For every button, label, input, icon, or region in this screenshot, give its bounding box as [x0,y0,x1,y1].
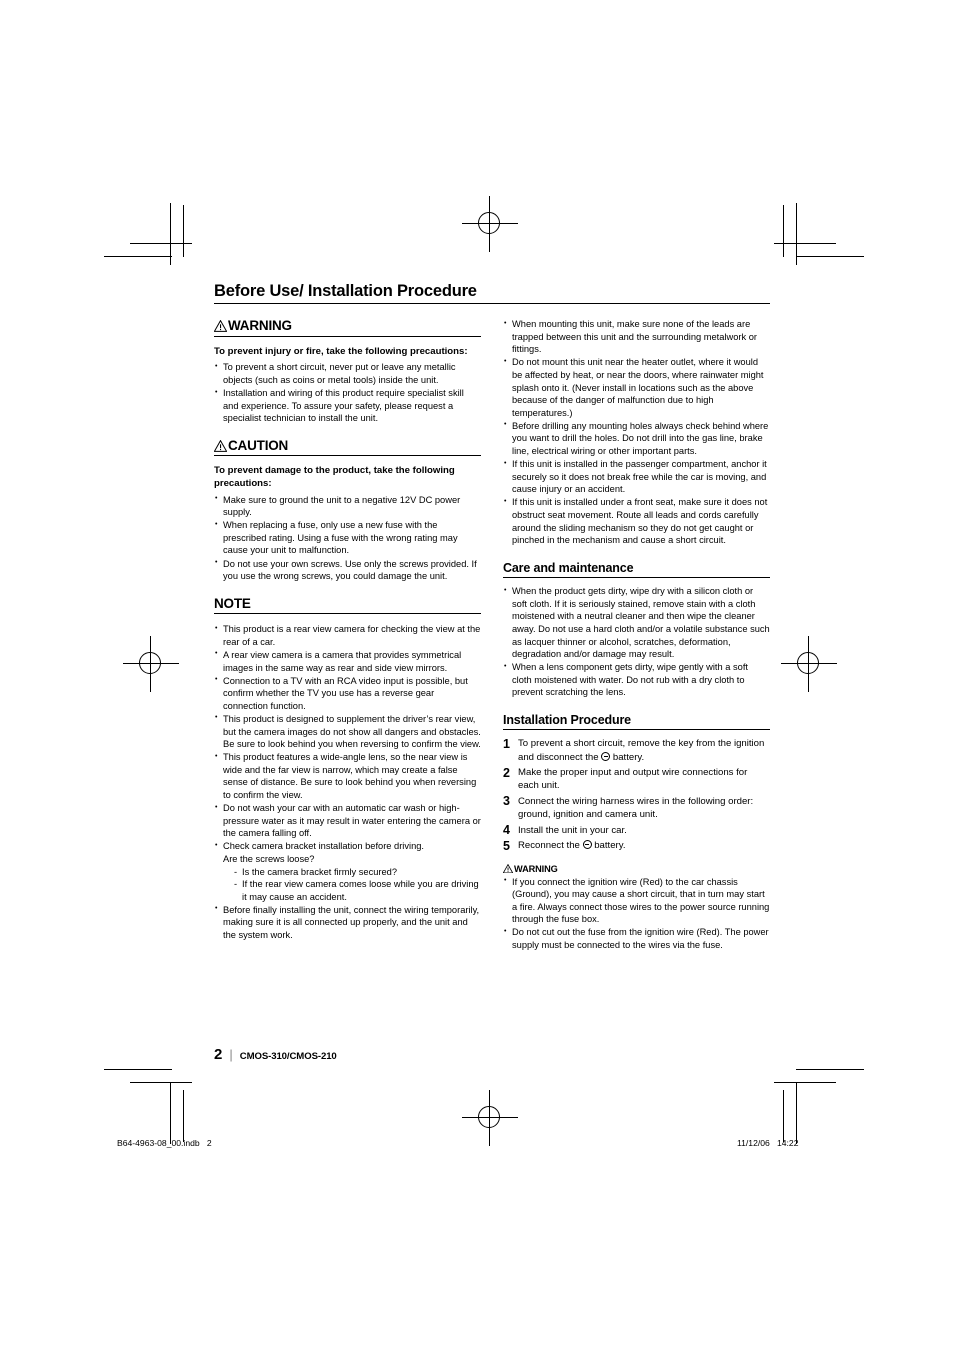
sub-list-item: If the rear view camera comes loose whil… [234,878,481,903]
installation-warning-heading: WARNING [503,864,770,874]
list-item: This product is a rear view camera for c… [214,623,481,648]
circled-minus-icon [601,751,611,761]
registration-mark-left [123,636,179,692]
step-item: Install the unit in your car. [503,822,770,839]
page-content: Before Use/ Installation Procedure WARNI… [214,282,770,952]
list-item-bracket-check: Check camera bracket installation before… [214,840,481,903]
step-item: Make the proper input and output wire co… [503,765,770,792]
print-slug-filename: B64-4963-08_00.indb 2 [117,1138,212,1148]
step-text-before: Reconnect the [518,840,583,852]
list-item: Do not wash your car with an automatic c… [214,802,481,840]
circled-minus-icon [582,840,592,850]
list-item: This product features a wide-angle lens,… [214,751,481,801]
warning-bullet-list: To prevent a short circuit, never put or… [214,361,481,424]
caution-heading-label: CAUTION [228,437,289,453]
note-heading: NOTE [214,596,481,612]
step-text-before: Connect the wiring harness wires in the … [518,795,754,821]
bracket-check-sub-list: Is the camera bracket firmly secured? If… [223,866,481,904]
warning-heading: WARNING [214,318,481,334]
installation-divider [503,729,770,731]
warning-divider [214,335,481,337]
list-item: If you connect the ignition wire (Red) t… [503,875,770,926]
step-item: Reconnect the battery. [503,838,770,855]
caution-heading: CAUTION [214,438,481,454]
page-number: 2 [214,1046,223,1063]
list-item: Do not cut out the fuse from the ignitio… [503,926,770,951]
note-bullet-list: This product is a rear view camera for c… [214,623,481,941]
note-divider [214,613,481,615]
list-item: Installation and wiring of this product … [214,387,481,425]
footer-separator: | [229,1047,233,1062]
list-item: Before finally installing the unit, conn… [214,903,481,942]
title-divider [214,303,770,305]
page-footer: 2 | CMOS-310/CMOS-210 [214,1046,337,1063]
list-item: If this unit is installed under a front … [503,496,770,546]
model-name: CMOS-310/CMOS-210 [239,1051,337,1062]
warning-triangle-icon [214,439,227,452]
caution-subheading: To prevent damage to the product, take t… [214,465,455,489]
warning-subheading: To prevent injury or fire, take the foll… [214,345,468,357]
registration-mark-bottom [462,1090,518,1146]
care-divider [503,577,770,579]
installation-heading: Installation Procedure [503,713,631,728]
bracket-check-line-2: Are the screws loose? [223,853,315,864]
step-text-before: Install the unit in your car. [518,824,627,836]
caution-divider [214,455,481,457]
print-slug-timestamp: 11/12/06 14:22 [737,1138,799,1148]
right-column: When mounting this unit, make sure none … [503,318,770,952]
list-item: To prevent a short circuit, never put or… [214,361,481,386]
list-item: If this unit is installed in the passeng… [503,458,770,496]
step-item: To prevent a short circuit, remove the k… [503,736,770,763]
list-item: When a lens component gets dirty, wipe g… [503,661,770,699]
installation-steps: To prevent a short circuit, remove the k… [503,736,770,855]
step-text-after: battery. [610,751,645,763]
left-column: WARNING To prevent injury or fire, take … [214,318,481,942]
list-item: Make sure to ground the unit to a negati… [214,493,481,519]
warning-triangle-icon [503,863,513,874]
installation-warning-label: WARNING [514,863,558,874]
warning-continued-list: When mounting this unit, make sure none … [503,318,770,547]
list-item: When replacing a fuse, only use a new fu… [214,519,481,557]
care-heading: Care and maintenance [503,560,634,575]
list-item: When mounting this unit, make sure none … [503,318,770,356]
two-column-body: WARNING To prevent injury or fire, take … [214,318,770,952]
sub-list-item: Is the camera bracket firmly secured? [234,866,481,879]
list-item: This product is designed to supplement t… [214,712,481,751]
installation-warning-list: If you connect the ignition wire (Red) t… [503,875,770,952]
warning-triangle-icon [214,319,227,332]
list-item: Before drilling any mounting holes alway… [503,419,770,458]
registration-mark-right [781,636,837,692]
registration-mark-top [462,196,518,252]
step-text-before: Make the proper input and output wire co… [518,767,748,792]
step-item: Connect the wiring harness wires in the … [503,793,770,821]
list-item: Do not mount this unit near the heater o… [503,356,770,419]
warning-heading-label: WARNING [228,318,292,334]
page-title: Before Use/ Installation Procedure [214,282,477,300]
care-bullet-list: When the product gets dirty, wipe dry wi… [503,585,770,699]
list-item: When the product gets dirty, wipe dry wi… [503,585,770,661]
caution-bullet-list: Make sure to ground the unit to a negati… [214,493,481,583]
step-text-after: battery. [591,840,626,852]
note-heading-label: NOTE [214,595,251,611]
list-item: Connection to a TV with an RCA video inp… [214,674,481,713]
bracket-check-line-1: Check camera bracket installation before… [223,841,425,852]
list-item: A rear view camera is a camera that prov… [214,648,481,674]
list-item: Do not use your own screws. Use only the… [214,557,481,583]
